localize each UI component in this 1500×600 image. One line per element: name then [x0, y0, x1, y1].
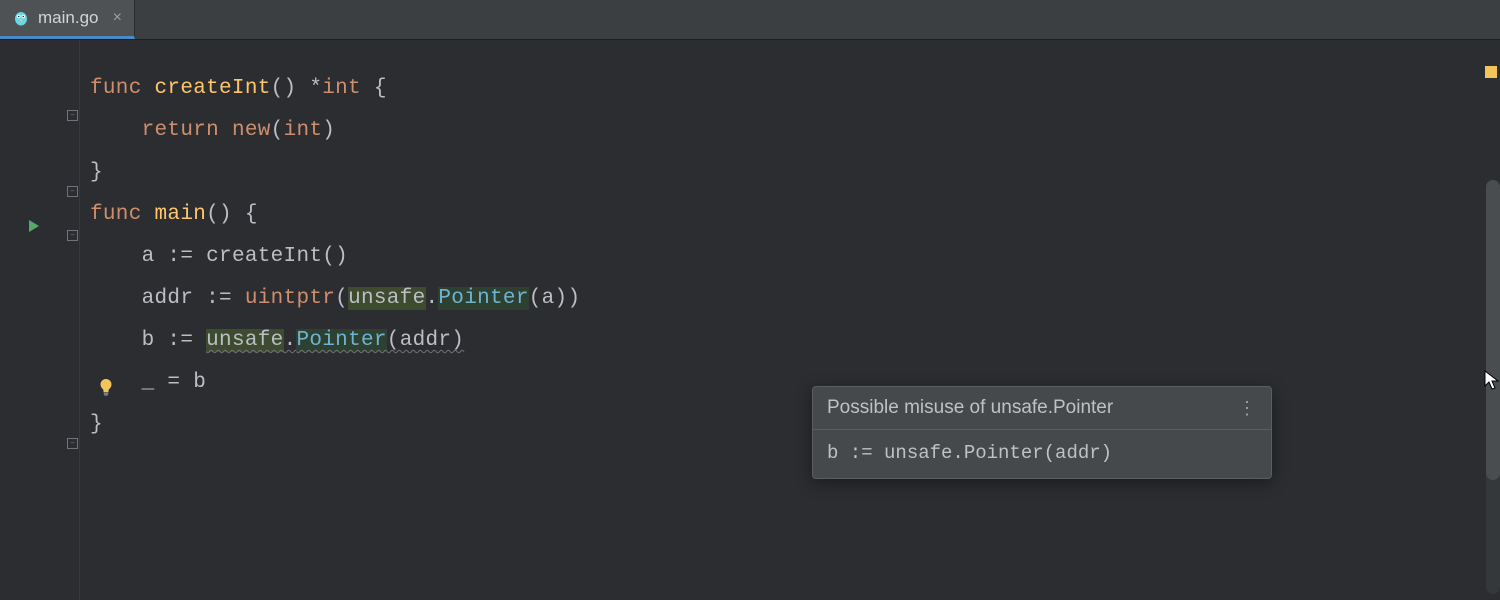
inspection-tooltip: Possible misuse of unsafe.Pointer ⋮ b :=… — [812, 386, 1272, 479]
code-line[interactable]: } — [90, 152, 1482, 194]
code-line[interactable]: a := createInt() — [90, 236, 1482, 278]
scrollbar-thumb[interactable] — [1486, 180, 1500, 480]
fold-toggle-icon[interactable]: – — [67, 186, 78, 197]
fold-toggle-icon[interactable]: – — [67, 110, 78, 121]
close-tab-icon[interactable]: × — [112, 9, 122, 27]
inspection-status-icon[interactable] — [1485, 66, 1497, 78]
file-tab-main-go[interactable]: main.go × — [0, 0, 135, 39]
code-line[interactable]: addr := uintptr(unsafe.Pointer(a)) — [90, 278, 1482, 320]
tooltip-title: Possible misuse of unsafe.Pointer — [827, 397, 1113, 419]
fold-toggle-icon[interactable]: – — [67, 230, 78, 241]
code-line[interactable]: _ = b — [90, 362, 1482, 404]
go-file-icon — [12, 9, 30, 27]
code-line[interactable]: return new(int) — [90, 110, 1482, 152]
code-line[interactable]: b := unsafe.Pointer(addr) — [90, 320, 1482, 362]
fold-toggle-icon[interactable]: – — [67, 438, 78, 449]
tooltip-body: b := unsafe.Pointer(addr) — [813, 430, 1271, 478]
tab-bar: main.go × — [0, 0, 1500, 40]
intention-bulb-icon[interactable] — [96, 378, 116, 398]
tooltip-header: Possible misuse of unsafe.Pointer ⋮ — [813, 387, 1271, 430]
editor: – – – – func createInt() *int { return n… — [0, 40, 1500, 600]
overview-ruler — [1482, 40, 1500, 600]
tab-label: main.go — [38, 8, 98, 28]
code-line[interactable]: func createInt() *int { — [90, 68, 1482, 110]
code-line[interactable]: } — [90, 404, 1482, 446]
gutter: – – – – — [0, 40, 80, 600]
code-area[interactable]: func createInt() *int { return new(int)}… — [80, 40, 1482, 600]
run-icon[interactable] — [26, 218, 44, 236]
tooltip-more-icon[interactable]: ⋮ — [1238, 398, 1257, 419]
mouse-cursor-icon — [1484, 370, 1500, 392]
code-line[interactable]: func main() { — [90, 194, 1482, 236]
